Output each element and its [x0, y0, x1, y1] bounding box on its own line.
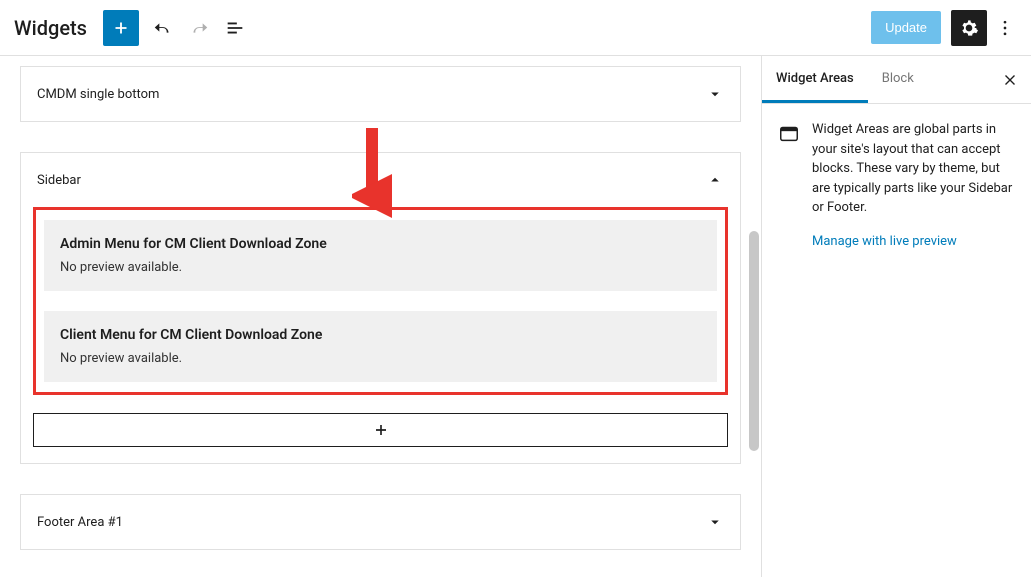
scrollbar[interactable]	[749, 231, 759, 451]
list-view-button[interactable]	[217, 10, 253, 46]
list-view-icon	[224, 17, 246, 39]
widget-preview: No preview available.	[60, 351, 701, 366]
widget-area-cmdm: CMDM single bottom	[20, 66, 741, 122]
widget-title: Client Menu for CM Client Download Zone	[60, 327, 701, 343]
undo-icon	[152, 17, 174, 39]
tab-widget-areas[interactable]: Widget Areas	[762, 56, 868, 103]
kebab-icon	[995, 18, 1015, 38]
widget-area-sidebar: Sidebar Admin Menu for CM Client Downloa…	[20, 152, 741, 464]
gear-icon	[959, 18, 979, 38]
widget-block[interactable]: Admin Menu for CM Client Download Zone N…	[44, 220, 717, 291]
area-header-cmdm[interactable]: CMDM single bottom	[21, 67, 740, 121]
manage-preview-link[interactable]: Manage with live preview	[812, 234, 957, 249]
settings-sidebar: Widget Areas Block Widget Areas are glob…	[761, 56, 1031, 577]
chevron-down-icon	[706, 513, 724, 531]
sidebar-tabs: Widget Areas Block	[762, 56, 1031, 104]
settings-button[interactable]	[951, 10, 987, 46]
area-title: Footer Area #1	[37, 515, 123, 530]
area-header-footer[interactable]: Footer Area #1	[21, 495, 740, 549]
sidebar-panel-body: Widget Areas are global parts in your si…	[762, 104, 1031, 265]
widget-title: Admin Menu for CM Client Download Zone	[60, 236, 701, 252]
more-options-button[interactable]	[993, 10, 1017, 46]
page-title: Widgets	[14, 16, 87, 40]
area-title: CMDM single bottom	[37, 87, 159, 102]
editor-canvas: CMDM single bottom Sidebar Admin Menu fo…	[0, 56, 761, 577]
tab-block[interactable]: Block	[868, 56, 928, 103]
area-body-sidebar: Admin Menu for CM Client Download Zone N…	[21, 207, 740, 463]
close-sidebar-button[interactable]	[995, 65, 1025, 95]
widget-preview: No preview available.	[60, 260, 701, 275]
update-button[interactable]: Update	[871, 11, 941, 44]
chevron-up-icon	[706, 171, 724, 189]
close-icon	[1001, 71, 1019, 89]
add-block-inline-button[interactable]	[33, 413, 728, 447]
widget-areas-icon	[778, 122, 800, 218]
redo-icon	[188, 17, 210, 39]
sidebar-description: Widget Areas are global parts in your si…	[812, 120, 1015, 218]
chevron-down-icon	[706, 85, 724, 103]
widget-block[interactable]: Client Menu for CM Client Download Zone …	[44, 311, 717, 382]
area-title: Sidebar	[37, 173, 81, 188]
undo-button[interactable]	[145, 10, 181, 46]
widget-area-footer: Footer Area #1	[20, 494, 741, 550]
annotation-highlight: Admin Menu for CM Client Download Zone N…	[33, 207, 728, 395]
add-block-button[interactable]	[103, 10, 139, 46]
plus-icon	[371, 420, 391, 440]
redo-button[interactable]	[181, 10, 217, 46]
plus-icon	[110, 17, 132, 39]
editor-header: Widgets Update	[0, 0, 1031, 56]
area-header-sidebar[interactable]: Sidebar	[21, 153, 740, 207]
